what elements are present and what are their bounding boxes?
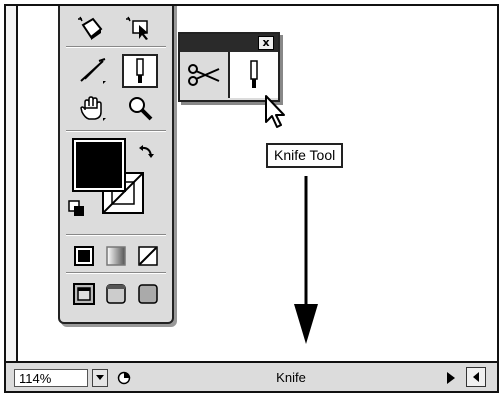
status-menu-arrow-icon[interactable] <box>446 371 456 385</box>
cutting-tools-flyout: x <box>178 32 280 102</box>
flyout-close-button[interactable]: x <box>258 36 274 50</box>
color-mode-button[interactable] <box>68 240 100 272</box>
tool-row-screen-modes <box>68 278 164 310</box>
fill-swatch[interactable] <box>72 138 126 192</box>
normal-screen-mode-icon <box>73 283 95 305</box>
live-paint-selection-tool[interactable] <box>122 12 158 44</box>
zoom-tool[interactable] <box>122 92 158 124</box>
chevron-down-icon <box>96 375 104 380</box>
fill-stroke-area <box>68 138 164 226</box>
swap-fill-stroke-icon[interactable] <box>138 144 156 162</box>
live-paint-bucket-tool[interactable] <box>74 12 110 44</box>
none-mode-button[interactable] <box>132 240 164 272</box>
live-paint-bucket-icon <box>78 16 103 40</box>
full-screen-menu-mode-icon <box>106 284 126 304</box>
color-mode-icon <box>74 246 94 266</box>
live-paint-selection-icon <box>126 16 148 40</box>
zoom-dropdown-button[interactable] <box>92 369 108 387</box>
scissors-icon <box>188 64 220 86</box>
flyout-tool-row <box>180 52 278 98</box>
tool-tooltip: Knife Tool <box>266 143 344 168</box>
hand-tool[interactable] <box>74 92 110 124</box>
default-fill-stroke-icon[interactable] <box>68 200 86 218</box>
window-edge <box>6 6 18 391</box>
status-circle-icon <box>117 371 131 385</box>
scissors-icon <box>80 58 106 84</box>
flyout-scissors-tool[interactable] <box>180 52 228 98</box>
status-menu-button[interactable] <box>116 369 132 387</box>
down-arrow-annotation <box>294 176 318 344</box>
knife-icon <box>136 58 144 83</box>
separator <box>66 272 166 274</box>
mouse-pointer-icon <box>265 95 285 128</box>
separator <box>66 234 166 236</box>
separator <box>66 130 166 132</box>
hand-icon <box>80 96 106 121</box>
full-screen-menu-mode-button[interactable] <box>100 278 132 310</box>
tool-row-paint-modes <box>68 240 164 272</box>
zoom-icon <box>129 97 153 121</box>
status-current-tool-label: Knife <box>276 370 306 385</box>
none-mode-icon <box>138 246 158 266</box>
zoom-level-field[interactable]: 114% <box>14 369 88 387</box>
separator <box>66 46 166 48</box>
status-bar: 114% Knife <box>6 361 497 391</box>
full-screen-mode-button[interactable] <box>132 278 164 310</box>
gradient-mode-icon <box>106 246 126 266</box>
knife-icon <box>250 60 258 88</box>
tool-row-live-paint <box>68 12 164 44</box>
application-window: x Knife Tool 114% Knife <box>4 4 499 393</box>
scissors-tool[interactable] <box>74 55 110 87</box>
arrow-left-icon <box>473 372 479 382</box>
knife-tool[interactable] <box>122 54 158 88</box>
flyout-knife-tool[interactable] <box>228 52 278 98</box>
tool-row-navigation <box>68 92 164 124</box>
full-screen-mode-icon <box>138 284 158 304</box>
tools-panel <box>58 6 174 324</box>
gradient-mode-button[interactable] <box>100 240 132 272</box>
scroll-left-button[interactable] <box>466 367 486 387</box>
normal-screen-mode-button[interactable] <box>68 278 100 310</box>
tool-row-cutting <box>68 54 164 88</box>
flyout-title-bar[interactable]: x <box>180 34 278 52</box>
